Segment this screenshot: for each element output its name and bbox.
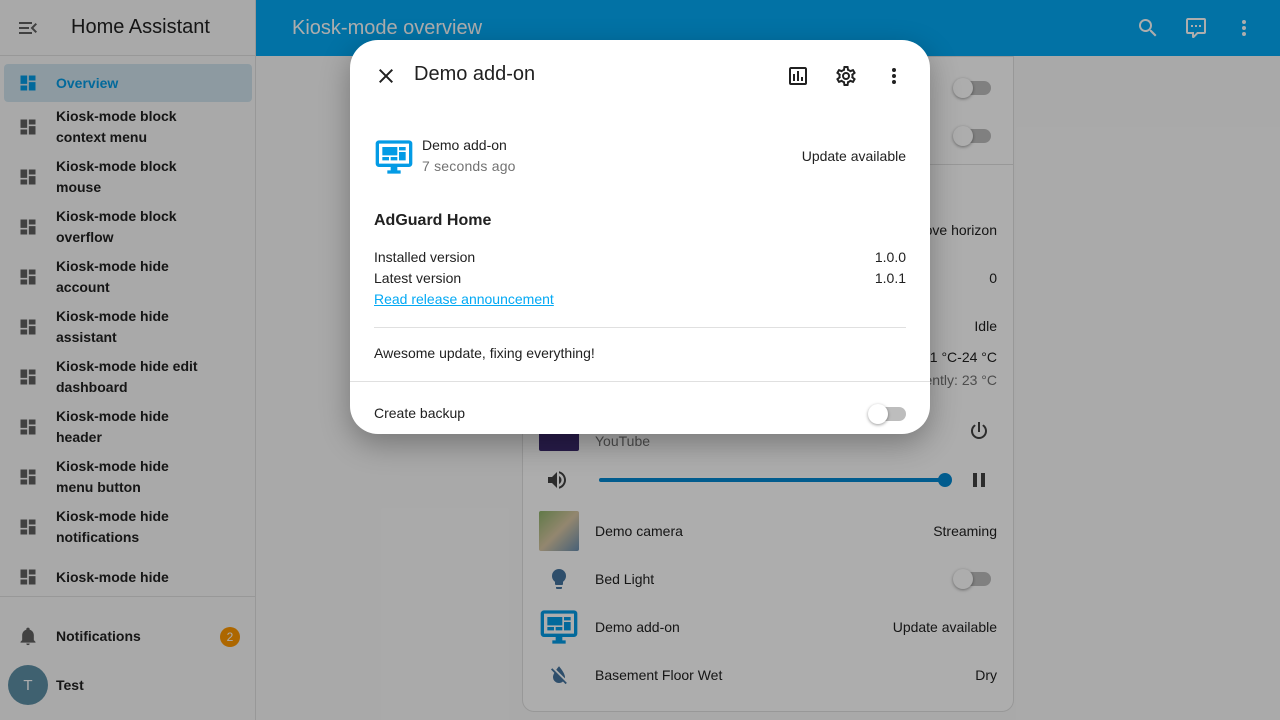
update-heading: AdGuard Home: [374, 212, 492, 229]
close-button[interactable]: [362, 52, 410, 100]
installed-version-row: Installed version 1.0.0: [374, 249, 906, 265]
entity-name: Demo add-on: [422, 137, 507, 153]
settings-button[interactable]: [822, 52, 870, 100]
release-announcement-link[interactable]: Read release announcement: [374, 291, 554, 307]
dots-vertical-icon: [892, 68, 896, 84]
chart-box-icon: [789, 67, 807, 85]
create-backup-label: Create backup: [374, 405, 466, 421]
close-icon: [379, 69, 393, 83]
entity-state: Update available: [801, 148, 906, 164]
installed-version-value: 1.0.0: [874, 249, 906, 265]
monitor-dashboard-icon: [374, 137, 414, 177]
latest-version-value: 1.0.1: [874, 270, 906, 286]
create-backup-toggle[interactable]: [868, 404, 906, 424]
gear-icon: [836, 66, 856, 86]
more-info-dialog: Demo add-on Demo add-on 7 seconds ago Up…: [350, 40, 930, 434]
dialog-title: Demo add-on: [414, 63, 536, 85]
last-changed-time: 7 seconds ago: [422, 158, 516, 174]
dialog-divider: [374, 327, 906, 328]
installed-version-label: Installed version: [374, 249, 476, 265]
dialog-menu-button[interactable]: [870, 52, 918, 100]
history-button[interactable]: [774, 52, 822, 100]
latest-version-label: Latest version: [374, 270, 462, 286]
latest-version-row: Latest version 1.0.1: [374, 270, 906, 286]
release-notes: Awesome update, fixing everything!: [374, 345, 595, 361]
dialog-divider: [350, 381, 930, 382]
